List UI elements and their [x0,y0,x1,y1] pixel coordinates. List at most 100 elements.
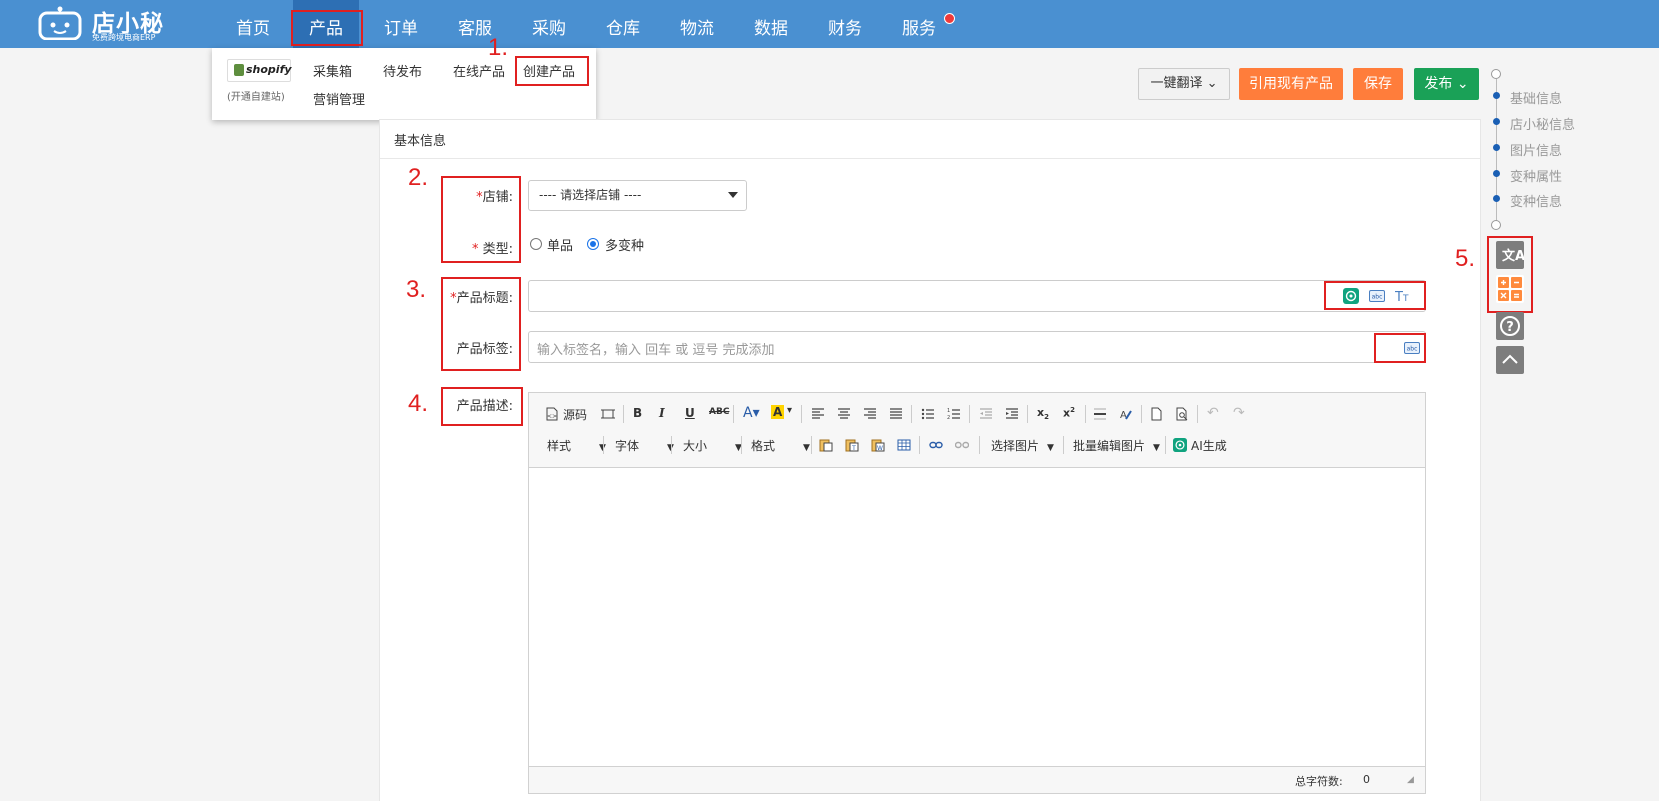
rail-dot [1493,195,1500,202]
format-dropdown[interactable]: 格式 ▼ [751,437,810,454]
background-color-icon[interactable]: A [771,405,785,419]
chatgpt-icon[interactable] [1343,288,1359,304]
nav-logistics[interactable]: 物流 [664,0,730,48]
text-case-icon[interactable]: TT [1395,288,1411,304]
outdent-icon[interactable] [979,407,993,421]
nav-purchasing[interactable]: 采购 [516,0,582,48]
batch-edit-image-dropdown[interactable]: 批量编辑图片 ▼ [1073,437,1160,454]
rail-item-variant-attributes[interactable]: 变种属性 [1510,166,1562,185]
style-dropdown[interactable]: 样式▼ [547,437,606,454]
one-click-translate-button[interactable]: 一键翻译 ⌄ [1138,68,1230,100]
link-icon[interactable] [929,438,943,452]
align-right-icon[interactable] [863,407,877,421]
radio-single[interactable] [530,238,542,250]
shopify-note: (开通自建站) [227,92,285,103]
align-left-icon[interactable] [811,407,825,421]
abc-spellcheck-icon[interactable]: abc [1369,288,1385,304]
title-label: *产品标题: [450,291,513,306]
horizontal-rule-icon[interactable] [1093,407,1107,421]
indent-icon[interactable] [1005,407,1019,421]
menu-create-product[interactable]: 创建产品 [523,61,575,80]
nav-home[interactable]: 首页 [220,0,286,48]
translate-side-button[interactable]: 文A [1496,241,1525,269]
undo-icon[interactable]: ↶ [1207,405,1219,421]
help-side-button[interactable]: ? [1496,312,1524,340]
help-icon: ? [1500,316,1520,336]
product-tags-input[interactable]: 输入标签名，输入 回车 或 逗号 完成添加 abc [528,331,1426,363]
nav-data[interactable]: 数据 [738,0,804,48]
chatgpt-icon [1173,438,1187,452]
toolbar-separator [1197,405,1198,423]
shopify-label: shopify [246,63,292,76]
nav-warehouse[interactable]: 仓库 [590,0,656,48]
menu-pending-publish[interactable]: 待发布 [383,61,422,80]
annotation-label-1: 1. [488,34,509,61]
ai-generate-button[interactable]: AI生成 [1191,437,1227,454]
source-code-icon: <> [546,407,558,421]
publish-button[interactable]: 发布 ⌄ [1414,68,1479,100]
subscript-icon[interactable]: x2 [1037,406,1049,421]
rich-text-editor[interactable]: <> 源码 B I U ABC A▾ A ▾ 12 x2 x2 A ↶ ↷ 样式… [528,392,1426,794]
fullscreen-icon[interactable] [601,407,615,421]
logo[interactable]: 店小秘 免费跨境电商ERP [38,2,168,44]
nav-product[interactable]: 产品 [293,0,359,48]
toolbar-separator [603,436,604,454]
shopify-button[interactable]: shopify [227,59,292,82]
font-dropdown[interactable]: 字体▼ [615,437,674,454]
underline-icon[interactable]: U [685,406,695,420]
paste-word-icon[interactable]: W [871,438,885,452]
store-select[interactable]: ---- 请选择店铺 ---- [528,180,747,211]
italic-icon[interactable]: I [659,406,665,420]
nav-finance[interactable]: 财务 [812,0,878,48]
preview-icon[interactable] [1175,407,1189,421]
radio-multi-variant[interactable] [587,238,599,250]
bold-icon[interactable]: B [633,406,642,420]
abc-spellcheck-icon[interactable]: abc [1404,340,1420,356]
strikethrough-icon[interactable]: ABC [709,407,729,417]
save-button[interactable]: 保存 [1353,68,1403,100]
bullet-list-icon[interactable] [921,407,935,421]
rail-item-basic-info[interactable]: 基础信息 [1510,88,1562,107]
rail-item-variant-info[interactable]: 变种信息 [1510,191,1562,210]
nav-services[interactable]: 服务 [886,0,952,48]
superscript-icon[interactable]: x2 [1063,406,1075,420]
rail-end-circle [1491,220,1501,230]
tags-label: 产品标签: [456,342,513,357]
align-justify-icon[interactable] [889,407,903,421]
numbered-list-icon[interactable]: 12 [947,407,961,421]
annotation-label-4: 4. [408,390,429,417]
table-icon[interactable] [897,438,911,452]
resize-handle-icon[interactable]: ◢ [1407,775,1414,785]
paste-icon[interactable] [819,438,833,452]
unlink-icon[interactable] [955,438,969,452]
rail-item-image-info[interactable]: 图片信息 [1510,140,1562,159]
source-button[interactable]: 源码 [563,406,587,423]
toolbar-separator [733,405,734,423]
shopify-bag-icon [234,64,244,76]
menu-marketing[interactable]: 营销管理 [313,89,365,108]
nav-orders[interactable]: 订单 [368,0,434,48]
translate-label: 一键翻译 [1150,76,1203,91]
chevron-down-icon[interactable]: ▾ [787,405,792,416]
reference-product-button[interactable]: 引用现有产品 [1239,68,1343,100]
toolbar-separator [979,436,980,454]
align-center-icon[interactable] [837,407,851,421]
paste-text-icon[interactable]: T [845,438,859,452]
svg-text:1: 1 [947,408,950,414]
calculator-side-button[interactable] [1496,275,1524,303]
rail-item-dxm-info[interactable]: 店小秘信息 [1510,114,1575,133]
choose-image-dropdown[interactable]: 选择图片 ▼ [991,437,1054,454]
svg-text:文A: 文A [1502,248,1524,264]
new-page-icon[interactable] [1149,407,1163,421]
product-title-input[interactable]: abc TT [528,280,1426,312]
redo-icon[interactable]: ↷ [1233,405,1245,421]
editor-content-area[interactable] [529,468,1425,767]
text-color-icon[interactable]: A▾ [743,405,760,421]
scroll-top-button[interactable] [1496,346,1524,374]
menu-collection-box[interactable]: 采集箱 [313,61,352,80]
type-label: * 类型: [471,242,513,257]
clear-format-icon[interactable]: A [1119,407,1133,421]
size-dropdown[interactable]: 大小 ▼ [683,437,742,454]
rail-dot [1493,170,1500,177]
menu-online-products[interactable]: 在线产品 [453,61,505,80]
